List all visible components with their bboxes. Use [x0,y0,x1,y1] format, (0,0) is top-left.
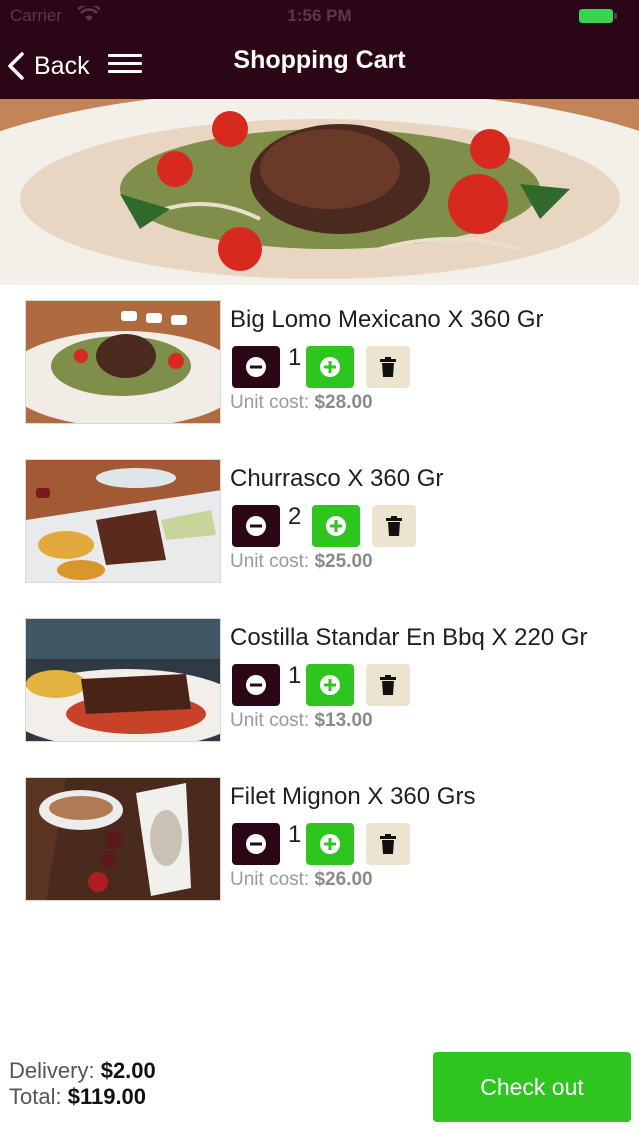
item-quantity: 1 [288,662,302,689]
decrease-quantity-button[interactable] [232,505,280,547]
unit-cost: Unit cost: $26.00 [230,869,373,891]
item-name: Costilla Standar En Bbq X 220 Gr [230,624,588,651]
decrease-quantity-button[interactable] [232,664,280,706]
delivery-label: Delivery: [9,1058,95,1083]
item-quantity: 1 [288,344,302,371]
hero-food-image [0,99,639,285]
decrease-quantity-button[interactable] [232,823,280,865]
unit-cost: Unit cost: $25.00 [230,551,373,573]
minus-circle-icon [246,516,266,536]
item-quantity: 1 [288,821,302,848]
status-bar: Carrier 1:56 PM [0,0,639,34]
item-quantity: 2 [288,503,302,530]
trash-icon [380,357,396,377]
item-name: Churrasco X 360 Gr [230,465,444,492]
trash-icon [380,675,396,695]
unit-cost-label: Unit cost: [230,392,310,413]
delete-item-button[interactable] [366,823,410,865]
order-totals: Delivery: $2.00 Total: $119.00 [9,1058,156,1110]
status-time: 1:56 PM [287,6,352,25]
total-label: Total: [9,1084,62,1109]
shopping-cart-screen: Carrier 1:56 PM Back Shopping Cart Big L… [0,0,639,1136]
increase-quantity-button[interactable] [306,346,354,388]
unit-cost: Unit cost: $13.00 [230,710,373,732]
total-value: $119.00 [67,1084,147,1109]
item-thumbnail [25,618,221,742]
total-row: Total: $119.00 [9,1084,156,1110]
increase-quantity-button[interactable] [306,664,354,706]
cart-item: Filet Mignon X 360 Grs 1 Unit cost: $26.… [0,777,639,902]
delete-item-button[interactable] [366,664,410,706]
delivery-row: Delivery: $2.00 [9,1058,156,1084]
delivery-value: $2.00 [100,1058,156,1083]
item-thumbnail [25,459,221,583]
plus-circle-icon [326,516,346,536]
checkout-button[interactable]: Check out [433,1052,631,1122]
page-title: Shopping Cart [233,46,406,74]
delete-item-button[interactable] [366,346,410,388]
delete-item-button[interactable] [372,505,416,547]
trash-icon [386,516,402,536]
unit-cost-value: $28.00 [314,392,373,413]
minus-circle-icon [246,675,266,695]
plus-circle-icon [320,834,340,854]
battery-icon [579,9,613,23]
item-name: Filet Mignon X 360 Grs [230,783,476,810]
item-name: Big Lomo Mexicano X 360 Gr [230,306,544,333]
trash-icon [380,834,396,854]
cart-item: Costilla Standar En Bbq X 220 Gr 1 Unit … [0,618,639,743]
minus-circle-icon [246,357,266,377]
unit-cost-value: $26.00 [314,869,373,890]
item-thumbnail [25,300,221,424]
item-thumbnail [25,777,221,901]
minus-circle-icon [246,834,266,854]
unit-cost-value: $13.00 [314,710,373,731]
navigation-bar: Carrier 1:56 PM Back Shopping Cart [0,0,639,99]
increase-quantity-button[interactable] [306,823,354,865]
battery-tip [614,13,617,19]
unit-cost: Unit cost: $28.00 [230,392,373,414]
unit-cost-value: $25.00 [314,551,373,572]
plus-circle-icon [320,675,340,695]
cart-item: Churrasco X 360 Gr 2 Unit cost: $25.00 [0,459,639,584]
decrease-quantity-button[interactable] [232,346,280,388]
unit-cost-label: Unit cost: [230,869,310,890]
unit-cost-label: Unit cost: [230,710,310,731]
plus-circle-icon [320,357,340,377]
increase-quantity-button[interactable] [312,505,360,547]
unit-cost-label: Unit cost: [230,551,310,572]
cart-item: Big Lomo Mexicano X 360 Gr 1 Unit cost: … [0,300,639,425]
